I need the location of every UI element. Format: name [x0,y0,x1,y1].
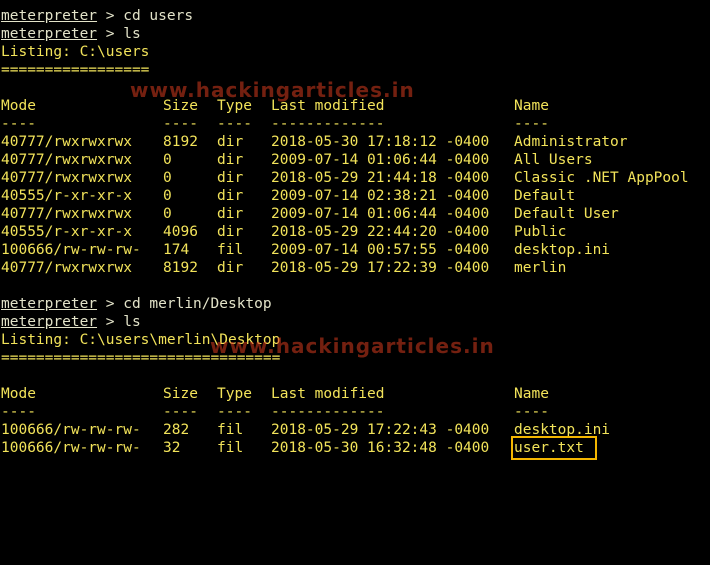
cell-type: fil [217,422,244,438]
table-row: 40555/r-xr-xr-x 4096 dir 2018-05-29 22:4… [1,223,709,241]
listing-title: Listing: C:\users [1,44,150,60]
cell-mode: 100666/rw-rw-rw- [1,242,141,258]
cell-last-modified: 2009-07-14 01:06:44 -0400 [271,206,490,222]
table-row: 40777/rwxrwxrwx 0 dir 2009-07-14 01:06:4… [1,205,709,223]
cell-type: fil [217,440,244,456]
cell-mode: 100666/rw-rw-rw- [1,440,141,456]
prompt: meterpreter [1,8,98,24]
table-row: 100666/rw-rw-rw- 174 fil 2009-07-14 00:5… [1,241,709,259]
cell-last-modified: 2018-05-30 16:32:48 -0400 [271,440,490,456]
table-row: 100666/rw-rw-rw- 32 fil 2018-05-30 16:32… [1,436,709,460]
cell-mode: 40777/rwxrwxrwx [1,260,132,276]
dash: ---- [1,116,36,132]
dash: ------------- [271,116,385,132]
cell-type: dir [217,152,244,168]
cell-last-modified: 2009-07-14 00:57:55 -0400 [271,242,490,258]
dash: ---- [1,404,36,420]
header-mode: Mode [1,386,36,402]
dash: ---- [514,116,549,132]
cell-name: desktop.ini [514,242,611,258]
cell-size: 0 [163,188,172,204]
cell-mode: 40777/rwxrwxrwx [1,152,132,168]
cell-size: 0 [163,170,172,186]
cell-name: Default [514,188,576,204]
cell-last-modified: 2018-05-29 22:44:20 -0400 [271,224,490,240]
command-line: meterpreter > ls [1,25,709,43]
dash: ---- [163,404,198,420]
cell-type: dir [217,260,244,276]
cell-last-modified: 2018-05-30 17:18:12 -0400 [271,134,490,150]
cell-size: 0 [163,152,172,168]
cell-size: 8192 [163,260,198,276]
table-row: 40777/rwxrwxrwx 8192 dir 2018-05-30 17:1… [1,133,709,151]
cell-name: Administrator [514,134,628,150]
dash: ---- [217,116,252,132]
cell-last-modified: 2018-05-29 17:22:43 -0400 [271,422,490,438]
cell-last-modified: 2009-07-14 01:06:44 -0400 [271,152,490,168]
dash: ---- [514,404,549,420]
header-last-modified: Last modified [271,386,385,402]
cell-size: 282 [163,422,190,438]
cell-last-modified: 2009-07-14 02:38:21 -0400 [271,188,490,204]
dash: ---- [163,116,198,132]
cell-name: merlin [514,260,567,276]
table-header-underline: ---- ---- ---- ------------- ---- [1,115,709,133]
cell-last-modified: 2018-05-29 21:44:18 -0400 [271,170,490,186]
header-size: Size [163,386,198,402]
dash: ------------- [271,404,385,420]
cell-type: fil [217,242,244,258]
cell-size: 0 [163,206,172,222]
cell-type: dir [217,224,244,240]
cell-name: desktop.ini [514,422,611,438]
cell-mode: 40777/rwxrwxrwx [1,170,132,186]
command-text: > cd merlin/Desktop [97,296,272,312]
header-name: Name [514,386,549,402]
table-header: Mode Size Type Last modified Name [1,385,709,403]
watermark: www.hackingarticles.in [210,334,495,358]
cell-type: dir [217,170,244,186]
cell-size: 4096 [163,224,198,240]
table-row: 40555/r-xr-xr-x 0 dir 2009-07-14 02:38:2… [1,187,709,205]
prompt: meterpreter [1,26,98,42]
cell-type: dir [217,134,244,150]
prompt: meterpreter [1,314,98,330]
cell-name: All Users [514,152,593,168]
command-line: meterpreter > cd users [1,7,709,25]
cell-type: dir [217,188,244,204]
cell-size: 32 [163,440,181,456]
command-line: meterpreter > ls [1,313,709,331]
table-row: 40777/rwxrwxrwx 8192 dir 2018-05-29 17:2… [1,259,709,277]
dash: ---- [217,404,252,420]
listing-rule: ================= [1,62,150,78]
table-row: 40777/rwxrwxrwx 0 dir 2009-07-14 01:06:4… [1,151,709,169]
cell-last-modified: 2018-05-29 17:22:39 -0400 [271,260,490,276]
cell-name: Public [514,224,567,240]
table-header-underline: ---- ---- ---- ------------- ---- [1,403,709,421]
cell-mode: 100666/rw-rw-rw- [1,422,141,438]
prompt: meterpreter [1,296,98,312]
cell-name: Default User [514,206,619,222]
cell-size: 174 [163,242,190,258]
cell-mode: 40777/rwxrwxrwx [1,206,132,222]
highlighted-file-name: user.txt [511,436,597,460]
header-name: Name [514,98,549,114]
table-row: 40777/rwxrwxrwx 0 dir 2018-05-29 21:44:1… [1,169,709,187]
cell-size: 8192 [163,134,198,150]
terminal-output: meterpreter > cd users meterpreter > ls … [1,7,709,460]
command-text: > ls [97,26,141,42]
cell-mode: 40555/r-xr-xr-x [1,188,132,204]
watermark: www.hackingarticles.in [130,78,415,102]
cell-name: Classic .NET AppPool [514,170,689,186]
header-mode: Mode [1,98,36,114]
header-type: Type [217,386,252,402]
cell-mode: 40555/r-xr-xr-x [1,224,132,240]
cell-mode: 40777/rwxrwxrwx [1,134,132,150]
command-line: meterpreter > cd merlin/Desktop [1,295,709,313]
command-text: > cd users [97,8,194,24]
command-text: > ls [97,314,141,330]
cell-type: dir [217,206,244,222]
table-row: 100666/rw-rw-rw- 282 fil 2018-05-29 17:2… [1,421,709,439]
